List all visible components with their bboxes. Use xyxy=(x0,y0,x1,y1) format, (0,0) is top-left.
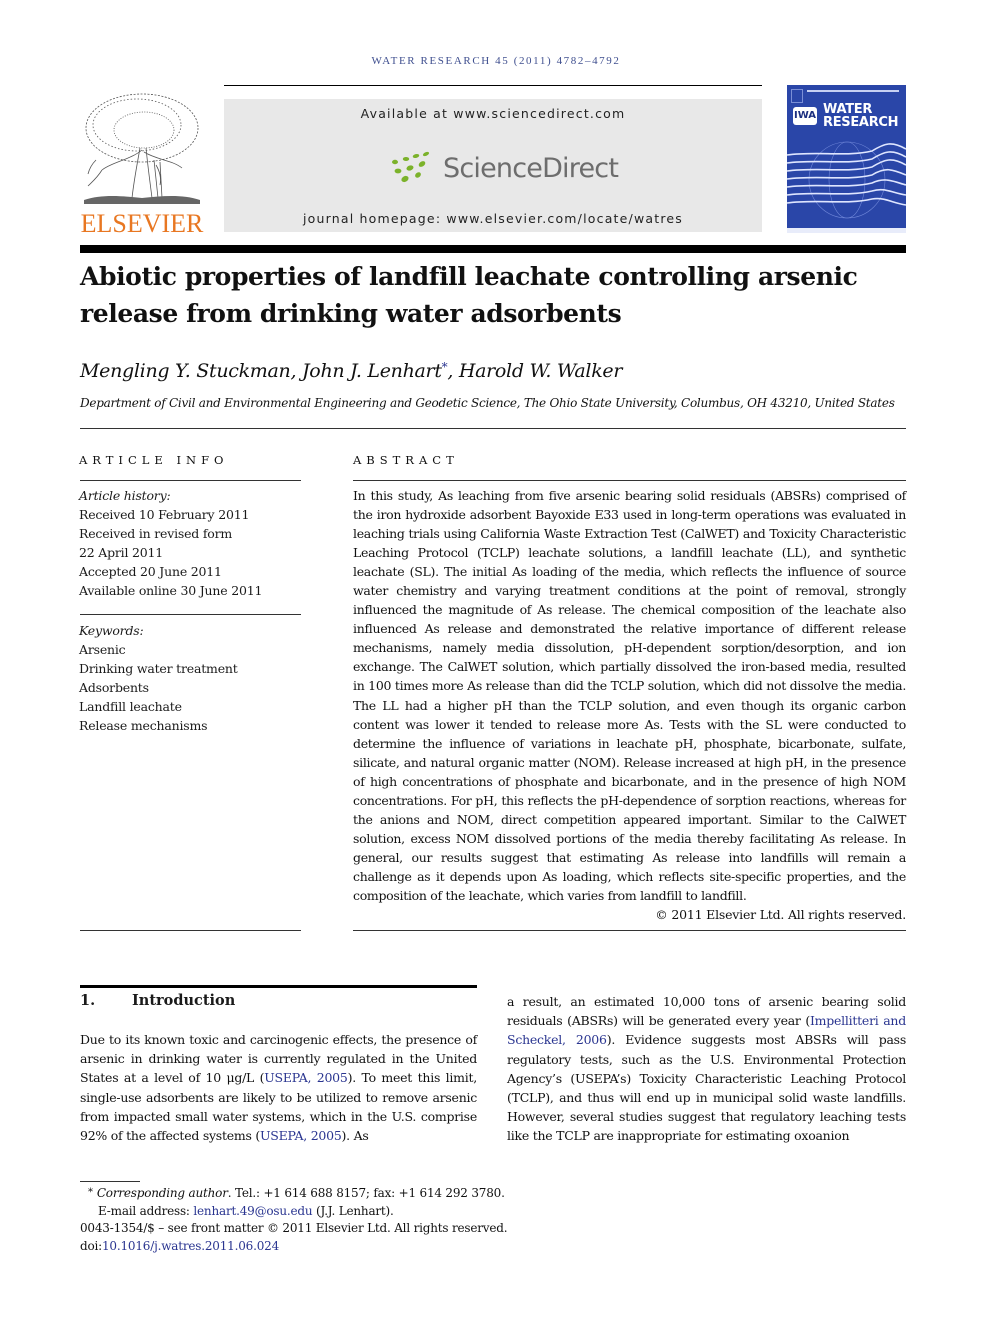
doi-line: doi:10.1016/j.watres.2011.06.024 xyxy=(80,1238,580,1256)
sciencedirect-wordmark: ScienceDirect xyxy=(443,152,619,184)
email-line: E-mail address: lenhart.49@osu.edu (J.J.… xyxy=(80,1203,580,1221)
available-at-text[interactable]: Available at www.sciencedirect.com xyxy=(224,106,762,121)
abstract-text: In this study, As leaching from five ars… xyxy=(353,488,906,903)
sciencedirect-logo[interactable]: ScienceDirect xyxy=(389,148,619,188)
author-separator: , xyxy=(447,360,459,382)
footnotes: * Corresponding author. Tel.: +1 614 688 … xyxy=(80,1184,580,1255)
keywords-rule xyxy=(80,614,301,615)
header-top-rule xyxy=(224,85,762,86)
corresponding-author-note: * Corresponding author. Tel.: +1 614 688 … xyxy=(80,1184,580,1203)
cover-title: WATER RESEARCH xyxy=(823,103,899,130)
author-separator: , xyxy=(290,360,302,382)
history-item: Received in revised form xyxy=(79,526,233,541)
cover-waves-graphic xyxy=(787,141,906,233)
contact-info: . Tel.: +1 614 688 8157; fax: +1 614 292… xyxy=(227,1186,505,1200)
affiliation-rule xyxy=(80,428,906,429)
article-title-line1: Abiotic properties of landfill leachate … xyxy=(80,262,858,291)
section-title: Introduction xyxy=(132,992,236,1009)
section-rule xyxy=(80,985,477,988)
citation-link[interactable]: USEPA, 2005 xyxy=(260,1128,342,1143)
history-item: 22 April 2011 xyxy=(79,545,164,560)
sciencedirect-banner: Available at www.sciencedirect.com Scien… xyxy=(224,99,762,232)
history-item: Accepted 20 June 2011 xyxy=(79,564,222,579)
keywords-label: Keywords: xyxy=(79,623,144,638)
body-text: ). Evidence suggests most ABSRs will pas… xyxy=(507,1032,906,1144)
issn-line: 0043-1354/$ – see front matter © 2011 El… xyxy=(80,1221,508,1235)
citation-link[interactable]: USEPA, 2005 xyxy=(264,1070,348,1085)
keyword-item: Arsenic xyxy=(79,642,126,657)
cover-elsevier-mark xyxy=(791,89,803,103)
footnote-rule xyxy=(80,1181,140,1182)
keyword-item: Release mechanisms xyxy=(79,718,208,733)
keywords: Keywords: Arsenic Drinking water treatme… xyxy=(79,621,304,735)
sciencedirect-dots-icon xyxy=(392,151,430,183)
abstract-heading: ABSTRACT xyxy=(353,453,459,467)
history-item: Available online 30 June 2011 xyxy=(79,583,263,598)
email-link[interactable]: lenhart.49@osu.edu xyxy=(193,1204,312,1218)
article-info-heading: ARTICLE INFO xyxy=(79,453,229,467)
doi-label: doi: xyxy=(80,1238,102,1253)
cover-top-line xyxy=(807,90,899,92)
article-history: Article history: Received 10 February 20… xyxy=(79,486,304,600)
abstract-rule xyxy=(353,480,906,481)
header-thick-rule xyxy=(80,245,906,253)
abstract-copyright: © 2011 Elsevier Ltd. All rights reserved… xyxy=(655,907,906,922)
author-name: John J. Lenhart xyxy=(301,360,442,382)
corresponding-label: Corresponding author xyxy=(96,1186,228,1200)
footnote-star: * xyxy=(88,1187,93,1198)
doi-link[interactable]: 10.1016/j.watres.2011.06.024 xyxy=(102,1239,279,1253)
section-heading: 1. Introduction xyxy=(80,992,235,1009)
abstract-bottom-rule xyxy=(353,930,906,931)
section-number: 1. xyxy=(80,992,96,1009)
cover-title-line2: RESEARCH xyxy=(823,115,899,130)
article-title: Abiotic properties of landfill leachate … xyxy=(80,258,900,332)
history-label: Article history: xyxy=(79,488,171,503)
author-name: Mengling Y. Stuckman xyxy=(80,360,291,382)
intro-right-column: a result, an estimated 10,000 tons of ar… xyxy=(507,992,906,1146)
article-title-line2: release from drinking water adsorbents xyxy=(80,299,622,328)
iwa-logo-icon: IWA xyxy=(793,107,817,125)
keyword-item: Landfill leachate xyxy=(79,699,182,714)
author-name: Harold W. Walker xyxy=(458,360,623,382)
author-list: Mengling Y. Stuckman, John J. Lenhart*, … xyxy=(80,360,622,382)
email-suffix: (J.J. Lenhart). xyxy=(312,1203,394,1218)
keyword-item: Adsorbents xyxy=(79,680,149,695)
elsevier-logo[interactable]: ELSEVIER xyxy=(80,90,204,238)
intro-left-column: Due to its known toxic and carcinogenic … xyxy=(80,1030,477,1145)
history-item: Received 10 February 2011 xyxy=(79,507,250,522)
article-info-rule xyxy=(80,480,301,481)
affiliation: Department of Civil and Environmental En… xyxy=(80,396,895,410)
elsevier-tree-icon xyxy=(84,93,200,204)
article-info-bottom-rule xyxy=(80,930,301,931)
keyword-item: Drinking water treatment xyxy=(79,661,238,676)
email-label: E-mail address: xyxy=(98,1203,194,1218)
journal-cover[interactable]: IWA WATER RESEARCH xyxy=(787,85,906,233)
journal-homepage-link[interactable]: journal homepage: www.elsevier.com/locat… xyxy=(224,211,762,226)
running-head: WATER RESEARCH 45 (2011) 4782–4792 xyxy=(371,55,621,67)
body-text: ). As xyxy=(341,1128,369,1144)
elsevier-wordmark: ELSEVIER xyxy=(80,209,204,238)
